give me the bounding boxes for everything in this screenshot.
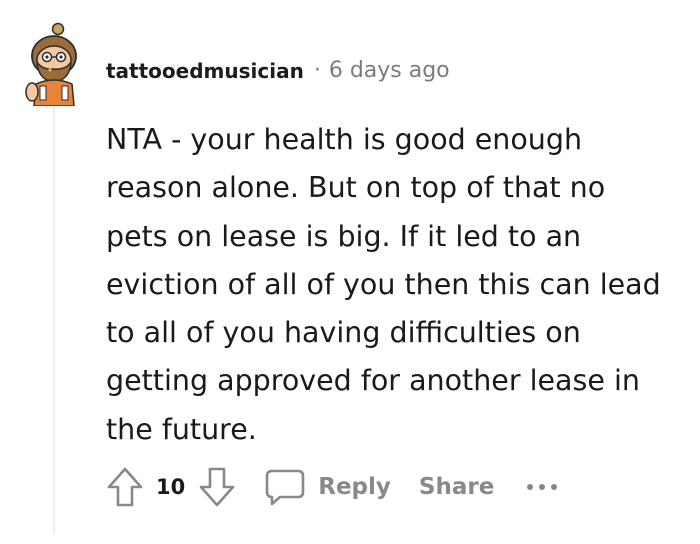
comment-line: pets on lease is big. If it led to an bbox=[106, 219, 582, 253]
thread-line[interactable] bbox=[53, 104, 55, 534]
comment-line: getting approved for another lease in bbox=[106, 364, 640, 398]
snoo-avatar-icon bbox=[25, 22, 77, 107]
comment-line: NTA - your health is good enough bbox=[106, 123, 583, 156]
reply-button[interactable]: Reply bbox=[318, 474, 391, 500]
comment-line: the future. bbox=[106, 412, 257, 446]
comment-actions: 10 Reply Share bbox=[106, 462, 560, 512]
speech-bubble-icon[interactable] bbox=[264, 467, 306, 507]
comment-line: to all of you having difficulties on bbox=[106, 316, 581, 350]
comment-body: NTA - your health is good enough reason … bbox=[106, 116, 686, 454]
more-options-icon[interactable] bbox=[524, 481, 560, 493]
meta-separator: · bbox=[313, 58, 321, 83]
comment-line: reason alone. But on top of that no bbox=[106, 171, 606, 205]
avatar[interactable] bbox=[20, 22, 84, 107]
comment-line: eviction of all of you then this can lea… bbox=[106, 267, 661, 301]
upvote-arrow-icon[interactable] bbox=[106, 466, 144, 508]
downvote-arrow-icon[interactable] bbox=[198, 466, 236, 508]
comment-meta: tattooedmusician · 6 days ago bbox=[106, 58, 450, 83]
comment-timestamp[interactable]: 6 days ago bbox=[329, 58, 450, 83]
share-button[interactable]: Share bbox=[419, 474, 494, 500]
author-username[interactable]: tattooedmusician bbox=[106, 59, 304, 83]
vote-score: 10 bbox=[156, 475, 186, 499]
